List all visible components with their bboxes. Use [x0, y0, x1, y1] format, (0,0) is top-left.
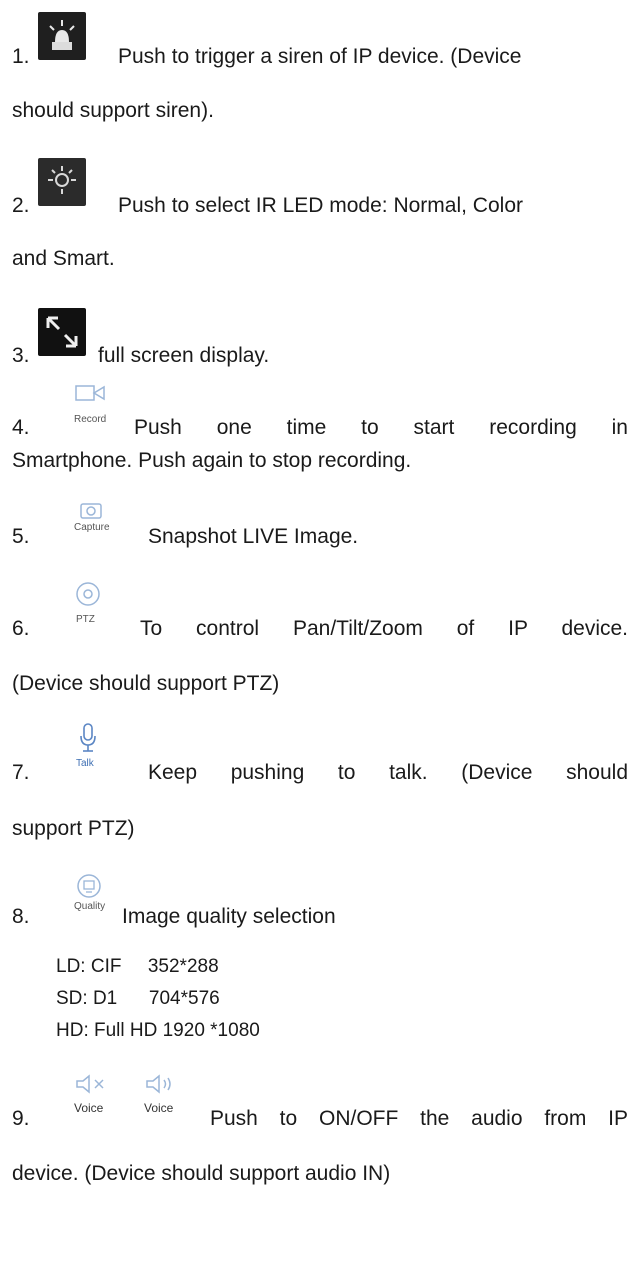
quality-icon	[77, 874, 101, 898]
siren-icon	[38, 12, 86, 60]
speaker-icon	[146, 1074, 171, 1094]
item-number: 4.	[12, 416, 30, 439]
talk-label: Talk	[76, 758, 94, 769]
quality-row-hd: HD: Full HD 1920 *1080	[56, 1020, 260, 1041]
item-number: 9.	[12, 1107, 30, 1130]
item-number: 5.	[12, 525, 30, 548]
item-8: Quality 8. Image quality selection LD: C…	[12, 870, 628, 1050]
quality-row-sd: SD: D1 704*576	[56, 988, 220, 1009]
item-number: 7.	[12, 761, 30, 784]
item-text: Push to ON/OFF the audio from IP	[210, 1107, 628, 1130]
item-text: Smartphone. Push again to stop recording…	[12, 449, 412, 472]
record-icon	[75, 385, 105, 401]
item-text: Push one time to start recording in	[134, 416, 628, 439]
item-text: full screen display.	[98, 344, 270, 367]
item-7: Talk 7. Keep pushing to talk. (Device sh…	[12, 710, 628, 870]
item-text: support PTZ)	[12, 817, 135, 840]
item-number: 1.	[12, 45, 30, 68]
quality-label: Quality	[74, 901, 106, 912]
item-number: 6.	[12, 617, 30, 640]
item-text: Push to trigger a siren of IP device. (D…	[118, 45, 522, 68]
fullscreen-icon	[38, 308, 86, 356]
item-text: and Smart.	[12, 247, 115, 270]
item-6: PTZ 6. To control Pan/Tilt/Zoom of IP de…	[12, 560, 628, 710]
item-number: 2.	[12, 194, 30, 217]
speaker-mute-icon	[76, 1074, 104, 1094]
ptz-icon	[76, 582, 100, 606]
item-text: should support siren).	[12, 99, 214, 122]
quality-row-ld: LD: CIF 352*288	[56, 956, 219, 977]
voice-off-label: Voice	[74, 1101, 104, 1115]
item-number: 8.	[12, 905, 30, 928]
ir-led-icon	[38, 158, 86, 206]
item-number: 3.	[12, 344, 30, 367]
item-text: Image quality selection	[122, 905, 336, 928]
capture-label: Capture	[74, 522, 110, 533]
ptz-label: PTZ	[76, 614, 95, 625]
item-text: To control Pan/Tilt/Zoom of IP device.	[140, 617, 628, 640]
item-1: 1. Push to trigger a siren of IP device.…	[12, 0, 628, 150]
item-text: Push to select IR LED mode: Normal, Colo…	[118, 194, 523, 217]
microphone-icon	[80, 723, 96, 752]
item-5: Capture 5. Snapshot LIVE Image.	[12, 500, 628, 560]
capture-icon	[80, 503, 102, 519]
item-text: device. (Device should support audio IN)	[12, 1162, 391, 1185]
item-4: Record 4. Push one time to start recordi…	[12, 380, 628, 500]
item-text: Snapshot LIVE Image.	[148, 525, 359, 548]
item-text: (Device should support PTZ)	[12, 672, 280, 695]
record-label: Record	[74, 414, 107, 425]
item-3: 3. full screen display.	[12, 300, 628, 380]
item-2: 2. Push to select IR LED mode: Normal, C…	[12, 150, 628, 300]
item-9: Voice Voice 9. Push to ON/OFF the audio …	[12, 1050, 628, 1280]
item-text: Keep pushing to talk. (Device should	[148, 761, 628, 784]
voice-on-label: Voice	[144, 1101, 174, 1115]
